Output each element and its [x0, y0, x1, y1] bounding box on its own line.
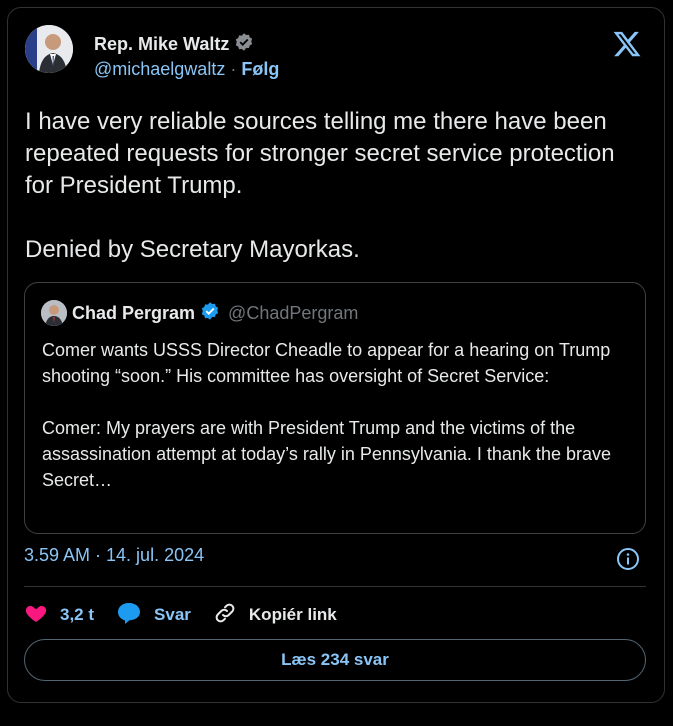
quoted-author-avatar	[41, 300, 67, 326]
quoted-tweet[interactable]: Chad Pergram @ChadPergram Comer wants US…	[24, 282, 646, 534]
tweet-timestamp[interactable]: 3.59 AM · 14. jul. 2024	[24, 545, 204, 566]
author-avatar[interactable]	[25, 25, 73, 73]
copy-link-label: Kopiér link	[248, 605, 337, 624]
reply-button[interactable]: Svar	[116, 601, 191, 630]
heart-icon	[24, 601, 48, 630]
reply-label: Svar	[154, 605, 191, 624]
like-button[interactable]: 3,2 t	[24, 601, 94, 630]
quoted-tweet-text: Comer wants USSS Director Cheadle to app…	[42, 340, 611, 490]
separator: ·	[230, 59, 237, 79]
tweet-text: I have very reliable sources telling me …	[25, 108, 615, 263]
divider	[24, 586, 646, 587]
like-count: 3,2 t	[60, 605, 95, 624]
info-icon[interactable]	[616, 547, 640, 571]
reply-bubble-icon	[116, 601, 142, 630]
author-name-row: Rep. Mike Waltz	[94, 32, 254, 57]
quoted-tweet-header: Chad Pergram @ChadPergram	[41, 300, 358, 326]
follow-button[interactable]: Følg	[241, 59, 279, 80]
quoted-author-name: Chad Pergram	[72, 302, 196, 323]
quoted-author-handle: @ChadPergram	[228, 302, 359, 323]
verified-badge-icon	[234, 32, 254, 57]
action-bar: 3,2 t Svar Kopiér link	[24, 598, 359, 632]
copy-link-button[interactable]: Kopiér link	[213, 601, 337, 630]
x-logo-icon[interactable]	[612, 29, 642, 59]
author-handle[interactable]: @michaelgwaltz	[94, 59, 225, 80]
read-replies-button[interactable]: Læs 234 svar	[24, 639, 646, 681]
tweet-card: Rep. Mike Waltz @michaelgwaltz · Følg I …	[7, 7, 665, 703]
author-handle-row: @michaelgwaltz · Følg	[94, 59, 279, 80]
verified-badge-icon	[200, 301, 220, 326]
author-name[interactable]: Rep. Mike Waltz	[94, 34, 229, 55]
link-icon	[213, 601, 237, 630]
